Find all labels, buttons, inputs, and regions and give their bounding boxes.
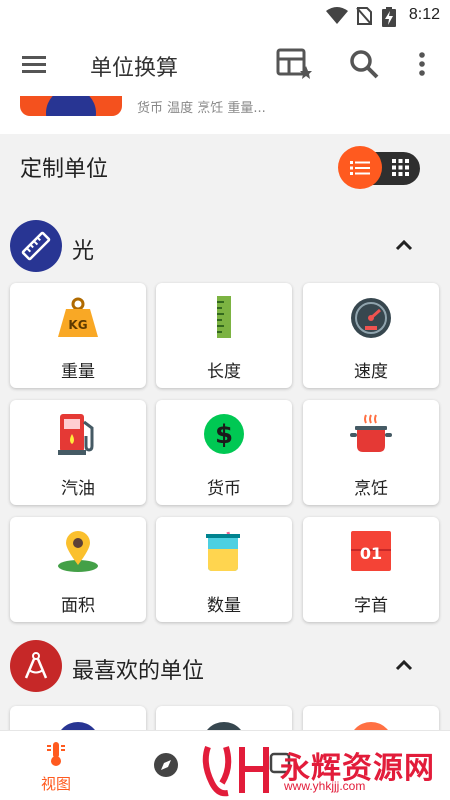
no-sim-icon — [356, 7, 372, 25]
grid-view-icon[interactable] — [392, 159, 409, 176]
unit-tile-weight[interactable]: KG 重量 — [10, 283, 146, 388]
section-icon-circle — [10, 640, 62, 692]
nav-item-explore[interactable] — [152, 751, 180, 783]
fuel-pump-icon — [56, 412, 100, 456]
cooking-pot-icon — [349, 412, 393, 456]
chevron-up-icon[interactable] — [394, 658, 414, 672]
custom-units-row: 定制单位 — [0, 136, 450, 196]
bottom-navigation: 视图 永辉资源网 www.yhkjjj.com — [0, 730, 450, 800]
unit-tile-area[interactable]: 面积 — [10, 517, 146, 622]
ruler-green-icon — [202, 295, 246, 339]
favorite-units-icon — [276, 48, 312, 79]
tile-label: 长度 — [207, 362, 241, 382]
tile-label: 速度 — [354, 362, 388, 382]
menu-icon[interactable] — [20, 50, 50, 78]
ruler-icon — [21, 231, 51, 261]
dollar-icon: $ — [202, 412, 246, 456]
tile-label: 货币 — [207, 479, 241, 499]
promo-image — [20, 96, 122, 116]
prefix-01-icon: 01 — [349, 529, 393, 573]
section-header-light[interactable]: 光 — [0, 220, 450, 276]
promo-banner[interactable]: 货币 温度 烹饪 重量... — [0, 96, 450, 134]
svg-text:KG: KG — [68, 318, 87, 332]
status-bar: 8:12 — [0, 0, 450, 32]
favorite-tile-icon — [349, 722, 393, 730]
beaker-icon — [202, 529, 246, 573]
toggle-knob[interactable] — [338, 146, 382, 189]
chevron-up-icon[interactable] — [394, 238, 414, 252]
custom-units-label: 定制单位 — [20, 157, 109, 182]
more-vert-icon — [419, 52, 425, 76]
speedometer-icon — [349, 295, 393, 339]
view-mode-toggle[interactable] — [338, 146, 421, 189]
tile-label: 字首 — [354, 596, 388, 616]
watermark-emblem-icon — [202, 745, 269, 797]
tile-label: 汽油 — [61, 479, 95, 499]
unit-tile-currency[interactable]: $ 货币 — [156, 400, 292, 505]
nav-label: 视图 — [40, 775, 71, 793]
favorite-tile-icon — [202, 722, 246, 730]
nav-item-view[interactable]: 视图 — [30, 741, 82, 797]
page-title: 单位换算 — [90, 56, 179, 81]
favorite-tile[interactable] — [156, 706, 292, 730]
favorite-units-button[interactable] — [274, 46, 314, 82]
svg-text:$: $ — [215, 420, 233, 450]
section-title: 最喜欢的单位 — [72, 659, 205, 684]
wifi-icon — [326, 7, 348, 24]
list-view-icon — [350, 160, 370, 175]
search-button[interactable] — [344, 46, 384, 82]
battery-charging-icon — [382, 7, 396, 27]
more-options-button[interactable] — [402, 46, 442, 82]
app-bar: 单位换算 — [0, 32, 450, 96]
section-header-favorites[interactable]: 最喜欢的单位 — [0, 640, 450, 696]
watermark-logo: 永辉资源网 www.yhkjjj.com — [200, 741, 450, 799]
unit-tile-fuel[interactable]: 汽油 — [10, 400, 146, 505]
tile-label: 烹饪 — [354, 479, 388, 499]
thermometer-icon — [47, 742, 65, 766]
tile-label: 面积 — [61, 596, 95, 616]
weight-kg-icon: KG — [56, 295, 100, 339]
favorite-tile[interactable] — [303, 706, 439, 730]
status-time: 8:12 — [408, 6, 440, 23]
compass-drafting-icon — [24, 652, 48, 679]
map-pin-icon — [56, 529, 100, 573]
search-icon — [350, 50, 379, 79]
svg-text:01: 01 — [360, 544, 382, 563]
unit-tile-prefix[interactable]: 01 字首 — [303, 517, 439, 622]
tile-label: 数量 — [207, 596, 241, 616]
main-content[interactable]: 货币 温度 烹饪 重量... 定制单位 光 KG 重量 长度 速度 汽油 $ 货… — [0, 96, 450, 730]
unit-tile-length[interactable]: 长度 — [156, 283, 292, 388]
unit-tile-volume[interactable]: 数量 — [156, 517, 292, 622]
section-icon-circle — [10, 220, 62, 272]
favorite-tile[interactable] — [10, 706, 146, 730]
favorite-tile-icon — [56, 722, 100, 730]
unit-tile-cooking[interactable]: 烹饪 — [303, 400, 439, 505]
compass-icon — [154, 753, 178, 777]
promo-subtitle: 货币 温度 烹饪 重量... — [137, 101, 266, 116]
watermark-url: www.yhkjjj.com — [284, 779, 366, 793]
tile-label: 重量 — [61, 362, 95, 382]
section-title: 光 — [72, 239, 95, 264]
unit-tile-speed[interactable]: 速度 — [303, 283, 439, 388]
